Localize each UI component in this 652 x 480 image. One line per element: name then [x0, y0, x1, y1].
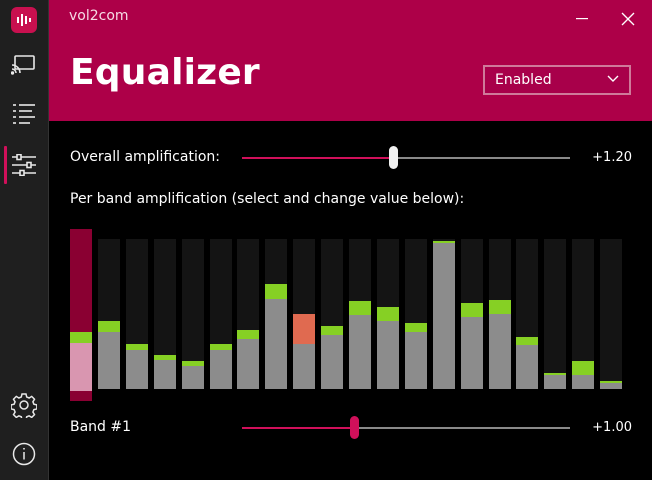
band-bar-4[interactable]	[154, 239, 176, 389]
band-bar-13[interactable]	[405, 239, 427, 389]
band-level	[489, 314, 511, 389]
band-peak	[600, 381, 622, 383]
band-peak	[126, 344, 148, 350]
band-level	[321, 335, 343, 389]
settings-button[interactable]	[0, 385, 48, 425]
chevron-down-icon	[607, 75, 619, 82]
nav-cast-button[interactable]	[0, 45, 48, 85]
band-peak	[433, 241, 455, 243]
settings-icon	[11, 393, 37, 418]
band-peak	[572, 361, 594, 375]
band-label: Band #1	[70, 419, 132, 435]
band-bar-15[interactable]	[461, 239, 483, 389]
band-peak	[293, 314, 315, 344]
overall-amplification-value: +1.20	[592, 150, 632, 165]
minimize-icon	[576, 18, 588, 20]
band-peak	[182, 361, 204, 366]
overall-amplification-label: Overall amplification:	[70, 149, 220, 165]
band-level	[237, 339, 259, 389]
band-bar-20[interactable]	[600, 239, 622, 389]
band-bar-9[interactable]	[293, 239, 315, 389]
band-bar-7[interactable]	[237, 239, 259, 389]
info-icon	[12, 442, 36, 466]
overall-amplification-slider[interactable]	[242, 146, 570, 169]
band-peak	[544, 373, 566, 375]
page-title: Equalizer	[70, 52, 260, 93]
header: vol2com Equalizer Enabled	[49, 0, 652, 121]
band-peak	[237, 330, 259, 339]
band-level	[377, 321, 399, 389]
band-level	[126, 350, 148, 389]
band-level	[461, 317, 483, 389]
band-level	[98, 332, 120, 389]
band-level	[516, 345, 538, 389]
band-peak	[489, 300, 511, 314]
band-level	[405, 332, 427, 389]
band-level	[600, 383, 622, 389]
band-bar-2[interactable]	[98, 239, 120, 389]
band-peak	[461, 303, 483, 317]
band-slider-fill	[242, 427, 354, 429]
band-bar-6[interactable]	[210, 239, 232, 389]
equalizer-icon	[12, 154, 36, 176]
band-peak	[154, 355, 176, 360]
nav-equalizer-button[interactable]	[0, 145, 48, 185]
overall-slider-fill	[242, 157, 393, 159]
band-peak	[265, 284, 287, 299]
band-peak	[349, 301, 371, 315]
band-peak	[516, 337, 538, 345]
close-icon	[621, 12, 635, 26]
band-bar-5[interactable]	[182, 239, 204, 389]
band-bar-16[interactable]	[489, 239, 511, 389]
overall-slider-thumb[interactable]	[389, 146, 398, 169]
band-slider[interactable]	[242, 416, 570, 439]
per-band-label: Per band amplification (select and chang…	[70, 191, 465, 207]
band-bar-19[interactable]	[572, 239, 594, 389]
band-level	[210, 350, 232, 389]
band-bar-17[interactable]	[516, 239, 538, 389]
band-slider-thumb[interactable]	[350, 416, 359, 439]
band-bar-3[interactable]	[126, 239, 148, 389]
band-peak	[405, 323, 427, 332]
app-title: vol2com	[69, 8, 129, 24]
info-button[interactable]	[0, 434, 48, 474]
band-peak	[377, 307, 399, 321]
band-level	[293, 344, 315, 389]
band-bar-14[interactable]	[433, 239, 455, 389]
band-value: +1.00	[592, 420, 632, 435]
band-level	[182, 366, 204, 389]
band-level	[433, 243, 455, 389]
sidebar	[0, 0, 49, 480]
band-bar-1[interactable]	[70, 229, 92, 401]
band-level	[572, 375, 594, 389]
band-bars	[70, 229, 626, 401]
band-bar-10[interactable]	[321, 239, 343, 389]
band-bar-18[interactable]	[544, 239, 566, 389]
band-peak	[321, 326, 343, 335]
close-button[interactable]	[605, 0, 651, 38]
mode-dropdown-value: Enabled	[495, 72, 552, 88]
band-level	[70, 343, 92, 391]
band-peak	[210, 344, 232, 350]
band-level	[265, 299, 287, 389]
band-bar-11[interactable]	[349, 239, 371, 389]
list-icon	[13, 104, 35, 124]
band-peak	[70, 332, 92, 343]
nav-list-button[interactable]	[0, 94, 48, 134]
band-bar-12[interactable]	[377, 239, 399, 389]
band-level	[349, 315, 371, 389]
band-level	[154, 360, 176, 389]
mode-dropdown[interactable]: Enabled	[483, 65, 631, 95]
cast-icon	[11, 55, 35, 75]
band-level	[544, 375, 566, 389]
band-bar-8[interactable]	[265, 239, 287, 389]
minimize-button[interactable]	[559, 0, 605, 38]
band-peak	[98, 321, 120, 332]
logo-icon[interactable]	[0, 0, 48, 40]
